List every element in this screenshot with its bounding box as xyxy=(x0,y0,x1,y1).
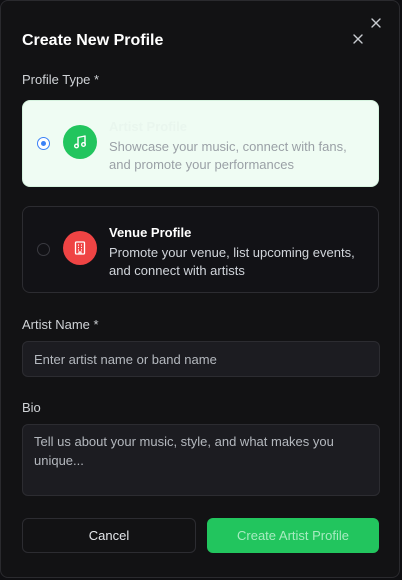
artist-profile-radio[interactable] xyxy=(37,137,50,150)
venue-profile-description: Promote your venue, list upcoming events… xyxy=(109,245,355,278)
artist-profile-description: Showcase your music, connect with fans, … xyxy=(109,139,347,172)
artist-profile-title: Artist Profile xyxy=(109,119,188,134)
bio-label: Bio xyxy=(22,400,41,415)
dialog-title: Create New Profile xyxy=(22,32,164,49)
music-note-icon xyxy=(63,125,97,159)
venue-profile-title: Venue Profile xyxy=(109,225,192,240)
venue-profile-option[interactable]: Venue Profile Promote your venue, list u… xyxy=(22,206,379,293)
create-profile-dialog: Create New Profile Profile Type * Artist… xyxy=(0,0,400,578)
profile-type-label: Profile Type * xyxy=(22,72,100,87)
close-icon[interactable] xyxy=(368,15,384,31)
create-profile-button[interactable]: Create Artist Profile xyxy=(207,518,379,553)
venue-profile-radio[interactable] xyxy=(37,243,50,256)
cancel-button[interactable]: Cancel xyxy=(22,518,196,553)
artist-profile-option[interactable]: Artist Profile Showcase your music, conn… xyxy=(22,100,379,187)
bio-textarea[interactable] xyxy=(22,424,380,496)
artist-name-label: Artist Name * xyxy=(22,317,99,332)
artist-name-input[interactable] xyxy=(22,341,380,377)
close-icon[interactable] xyxy=(351,32,365,46)
building-icon xyxy=(63,231,97,265)
